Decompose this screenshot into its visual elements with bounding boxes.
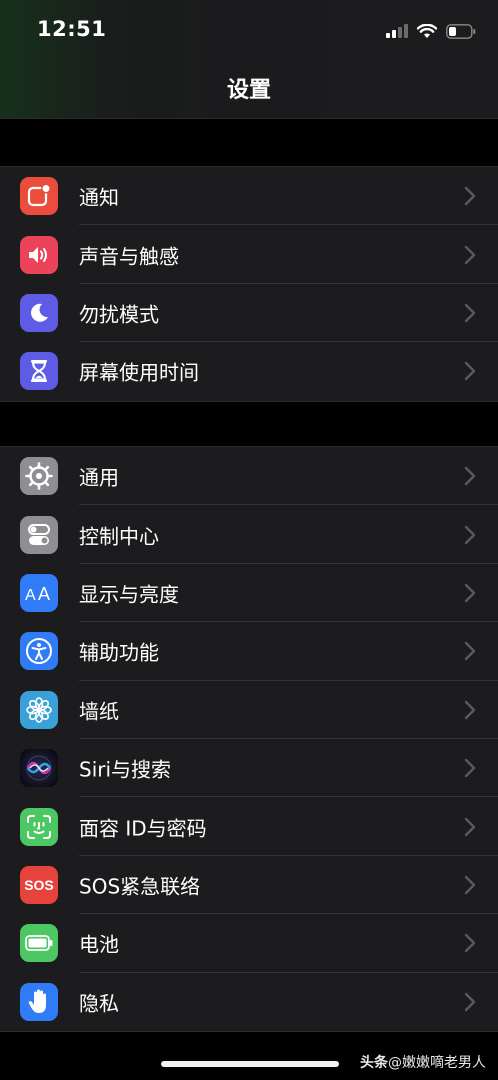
settings-row-general[interactable]: 通用 <box>0 447 498 506</box>
chevron-right-icon <box>464 875 476 895</box>
row-label: 声音与触感 <box>79 244 179 269</box>
status-icons <box>386 20 476 42</box>
row-label: 屏幕使用时间 <box>79 360 199 385</box>
sound-icon <box>20 235 58 274</box>
chevron-right-icon <box>464 303 476 323</box>
page-title: 设置 <box>226 78 271 103</box>
notifications-icon <box>20 177 58 216</box>
cellular-signal-icon <box>386 24 408 38</box>
toggles-icon <box>20 515 58 554</box>
settings-row-privacy[interactable]: 隐私 <box>0 973 498 1031</box>
row-label: 勿扰模式 <box>79 302 159 327</box>
row-label: Siri与搜索 <box>79 757 172 782</box>
settings-screen: 12:51 设置 通知 声音与触感 勿扰模式 屏幕使用时间 通用 控制中心 A … <box>0 0 498 1080</box>
chevron-right-icon <box>464 525 476 544</box>
hand-icon <box>20 982 58 1021</box>
svg-text:A: A <box>38 584 50 604</box>
row-label: 隐私 <box>79 991 119 1016</box>
home-indicator[interactable] <box>161 1061 339 1067</box>
watermark-brand: 头条 <box>360 1055 388 1071</box>
chevron-right-icon <box>464 992 476 1011</box>
settings-row-emergency-sos[interactable]: SOS SOS紧急联络 <box>0 856 498 915</box>
wifi-icon <box>417 23 437 38</box>
watermark-handle: @嫩嫩嘀老男人 <box>388 1055 486 1071</box>
row-label: 显示与亮度 <box>79 582 179 607</box>
row-label: 控制中心 <box>79 524 159 549</box>
settings-row-do-not-disturb[interactable]: 勿扰模式 <box>0 284 498 343</box>
face-id-icon <box>20 807 58 846</box>
flower-icon <box>20 690 58 729</box>
battery-settings-icon <box>20 924 58 963</box>
chevron-right-icon <box>464 934 476 953</box>
chevron-right-icon <box>464 700 476 719</box>
chevron-right-icon <box>464 758 476 778</box>
gear-icon <box>20 457 58 496</box>
row-label: 辅助功能 <box>79 640 159 665</box>
settings-row-screen-time[interactable]: 屏幕使用时间 <box>0 342 498 400</box>
row-label: 面容 ID与密码 <box>79 816 207 841</box>
sos-icon: SOS <box>20 865 58 904</box>
chevron-right-icon <box>464 583 476 603</box>
top-bar: 12:51 设置 <box>0 0 498 119</box>
settings-row-control-center[interactable]: 控制中心 <box>0 505 498 564</box>
row-label: 电池 <box>79 932 119 957</box>
watermark: 头条@嫩嫩嘀老男人 <box>360 1052 486 1072</box>
settings-row-face-id[interactable]: 面容 ID与密码 <box>0 797 498 856</box>
settings-row-sounds[interactable]: 声音与触感 <box>0 225 498 284</box>
sos-icon-text: SOS <box>24 876 54 893</box>
chevron-right-icon <box>464 466 476 486</box>
settings-group-2: 通用 控制中心 A A 显示与亮度 辅助功能 墙纸 Siri与搜索 面容 ID与… <box>0 446 498 1032</box>
row-label: 通知 <box>79 185 119 210</box>
chevron-right-icon <box>464 186 476 206</box>
chevron-right-icon <box>464 817 476 836</box>
siri-icon <box>20 749 58 788</box>
chevron-right-icon <box>464 362 476 381</box>
settings-row-battery[interactable]: 电池 <box>0 914 498 973</box>
row-label: SOS紧急联络 <box>79 874 201 899</box>
row-label: 墙纸 <box>79 699 119 724</box>
accessibility-icon <box>20 632 58 671</box>
settings-row-siri-search[interactable]: Siri与搜索 <box>0 739 498 798</box>
settings-row-display-brightness[interactable]: A A 显示与亮度 <box>0 564 498 623</box>
settings-row-accessibility[interactable]: 辅助功能 <box>0 622 498 681</box>
text-size-icon: A A <box>20 573 58 612</box>
chevron-right-icon <box>464 642 476 661</box>
settings-group-1: 通知 声音与触感 勿扰模式 屏幕使用时间 <box>0 166 498 402</box>
chevron-right-icon <box>464 245 476 264</box>
status-time: 12:51 <box>37 17 107 41</box>
svg-text:A: A <box>25 587 36 604</box>
battery-icon <box>446 23 476 39</box>
row-label: 通用 <box>79 465 119 490</box>
moon-icon <box>20 293 58 332</box>
hourglass-icon <box>20 352 58 391</box>
settings-row-wallpaper[interactable]: 墙纸 <box>0 681 498 739</box>
settings-row-notifications[interactable]: 通知 <box>0 167 498 226</box>
